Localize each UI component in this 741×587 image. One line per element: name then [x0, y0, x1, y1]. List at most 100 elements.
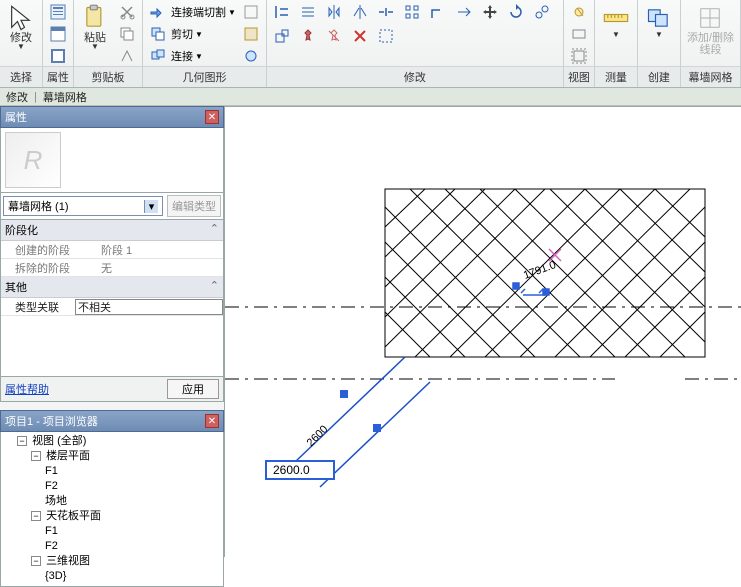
paste-button[interactable]: 粘贴 ▼	[78, 2, 112, 53]
geom-join-button[interactable]: 连接 ▼	[147, 46, 236, 66]
tree-floorplan-f2[interactable]: F2	[45, 479, 221, 494]
trim-single-button[interactable]	[453, 2, 475, 22]
ribbon-group-clipboard-label: 剪贴板	[74, 66, 142, 87]
group-button[interactable]	[375, 26, 397, 46]
main-area: 属性 ✕ R 幕墙网格 (1) ▾ 编辑类型 阶段化 ⌃	[0, 106, 741, 557]
split-button[interactable]	[375, 2, 397, 22]
cope-ends-icon	[147, 2, 169, 22]
measure-dropdown-icon[interactable]: ▼	[612, 30, 620, 39]
project-browser-close-icon[interactable]: ✕	[205, 414, 219, 428]
tree-floorplan-site[interactable]: 场地	[45, 494, 221, 509]
align-button[interactable]	[271, 2, 293, 22]
rotate-button[interactable]	[505, 2, 527, 22]
tree-floorplans[interactable]: − 楼层平面 F1 F2 场地	[31, 449, 221, 509]
add-remove-segment-button: 添加/删除 线段	[685, 2, 736, 58]
tree-ceiling-f1[interactable]: F1	[45, 524, 221, 539]
hide-button[interactable]	[568, 2, 590, 22]
edit-type-label: 编辑类型	[172, 201, 216, 213]
copy-button[interactable]	[116, 24, 138, 44]
tree-ceiling-collapse-icon[interactable]: −	[31, 511, 41, 521]
prop-demolished-value: 无	[101, 260, 223, 276]
prop-section-other[interactable]: 其他 ⌃	[1, 277, 223, 298]
match-button[interactable]	[116, 46, 138, 66]
create-group-dropdown-icon[interactable]: ▼	[655, 30, 663, 39]
ribbon-group-curtain-grid-label: 幕墙网格	[681, 66, 740, 87]
dimension-offset-text: 2600	[305, 423, 331, 449]
dimension-edit-input[interactable]	[265, 460, 335, 480]
prop-section-phasing[interactable]: 阶段化 ⌃	[1, 220, 223, 241]
offset-button[interactable]	[297, 2, 319, 22]
measure-button[interactable]: ▼	[599, 2, 633, 41]
properties-panel-title[interactable]: 属性 ✕	[0, 106, 224, 128]
project-tree[interactable]: − 视图 (全部) − 楼层平面 F1 F2 场地	[0, 432, 224, 587]
type-selector-value: 幕墙网格 (1)	[8, 198, 69, 214]
paint-button[interactable]	[240, 46, 262, 66]
tree-views-root[interactable]: − 视图 (全部) − 楼层平面 F1 F2 场地	[17, 434, 221, 584]
override-button[interactable]	[568, 24, 590, 44]
tree-ceiling[interactable]: − 天花板平面 F1 F2	[31, 509, 221, 554]
geom-join-dropdown-icon[interactable]: ▼	[195, 52, 203, 61]
ribbon-group-modify: 修改	[267, 0, 564, 87]
ribbon-group-select: 修改 ▼ 选择	[0, 0, 43, 87]
geom-cut-button[interactable]: 剪切 ▼	[147, 24, 236, 44]
properties-close-icon[interactable]: ✕	[205, 110, 219, 124]
split-face-button[interactable]	[240, 24, 262, 44]
project-browser-title[interactable]: 项目1 - 项目浏览器 ✕	[0, 410, 224, 432]
cope-ends-button[interactable]: 连接端切割 ▼	[147, 2, 236, 22]
prop-section-other-label: 其他	[5, 279, 27, 295]
type-selector[interactable]: 幕墙网格 (1) ▾	[3, 196, 163, 216]
family-properties-button[interactable]	[47, 46, 69, 66]
properties-title-text: 属性	[5, 109, 27, 125]
tree-3d[interactable]: − 三维视图 {3D}	[31, 554, 221, 584]
properties-preview: R	[0, 128, 224, 193]
properties-help-link[interactable]: 属性帮助	[5, 381, 49, 397]
delete-button[interactable]	[349, 26, 371, 46]
move-button[interactable]	[479, 2, 501, 22]
tree-ceiling-label: 天花板平面	[46, 510, 101, 522]
create-group-button[interactable]: ▼	[642, 2, 676, 41]
edit-type-button[interactable]: 编辑类型	[167, 195, 221, 217]
mirror-pick-button[interactable]	[323, 2, 345, 22]
tree-views-root-label: 视图 (全部)	[32, 435, 86, 447]
scale-button[interactable]	[271, 26, 293, 46]
tree-views-root-collapse-icon[interactable]: −	[17, 436, 27, 446]
copy-modify-button[interactable]	[531, 2, 553, 22]
wall-opening-button[interactable]	[240, 2, 262, 22]
context-modify-label: 修改	[6, 89, 28, 105]
modify-tool-dropdown-icon[interactable]: ▼	[17, 42, 25, 51]
project-browser-title-text: 项目1 - 项目浏览器	[5, 413, 98, 429]
ribbon-group-geometry: 连接端切割 ▼ 剪切 ▼ 连接 ▼ 几何图形	[143, 0, 267, 87]
unpin-button[interactable]	[323, 26, 345, 46]
tree-floorplan-f1[interactable]: F1	[45, 464, 221, 479]
tree-3d-collapse-icon[interactable]: −	[31, 556, 41, 566]
mirror-draw-button[interactable]	[349, 2, 371, 22]
type-properties-button[interactable]	[47, 24, 69, 44]
contextual-tab-bar: 修改 | 幕墙网格	[0, 88, 741, 106]
array-button[interactable]	[401, 2, 423, 22]
drawing-canvas[interactable]: 1791.0 2600	[225, 106, 741, 557]
type-preview-thumb: R	[5, 132, 61, 188]
trim-corner-button[interactable]	[427, 2, 449, 22]
cope-ends-dropdown-icon[interactable]: ▼	[228, 8, 236, 17]
type-selector-dropdown-icon[interactable]: ▾	[144, 200, 158, 213]
geom-join-icon	[147, 46, 169, 66]
modify-tool-button[interactable]: 修改 ▼	[4, 2, 38, 53]
properties-button[interactable]	[47, 2, 69, 22]
prop-section-other-collapse-icon[interactable]: ⌃	[210, 279, 219, 295]
prop-row-association[interactable]: 类型关联	[1, 298, 223, 316]
geom-cut-dropdown-icon[interactable]: ▼	[195, 30, 203, 39]
crop-view-button[interactable]	[568, 46, 590, 66]
tree-floorplans-collapse-icon[interactable]: −	[31, 451, 41, 461]
cut-button[interactable]	[116, 2, 138, 22]
ribbon-group-measure-label: 测量	[595, 66, 637, 87]
pin-button[interactable]	[297, 26, 319, 46]
apply-button[interactable]: 应用	[167, 379, 219, 399]
tree-ceiling-f2[interactable]: F2	[45, 539, 221, 554]
prop-section-phasing-collapse-icon[interactable]: ⌃	[210, 222, 219, 238]
ribbon-group-properties: 属性	[43, 0, 74, 87]
tree-3d-default[interactable]: {3D}	[45, 569, 221, 584]
context-curtain-grid-label: 幕墙网格	[43, 89, 87, 105]
prop-association-input[interactable]	[75, 299, 223, 315]
prop-section-phasing-label: 阶段化	[5, 222, 38, 238]
paste-dropdown-icon[interactable]: ▼	[91, 42, 99, 51]
